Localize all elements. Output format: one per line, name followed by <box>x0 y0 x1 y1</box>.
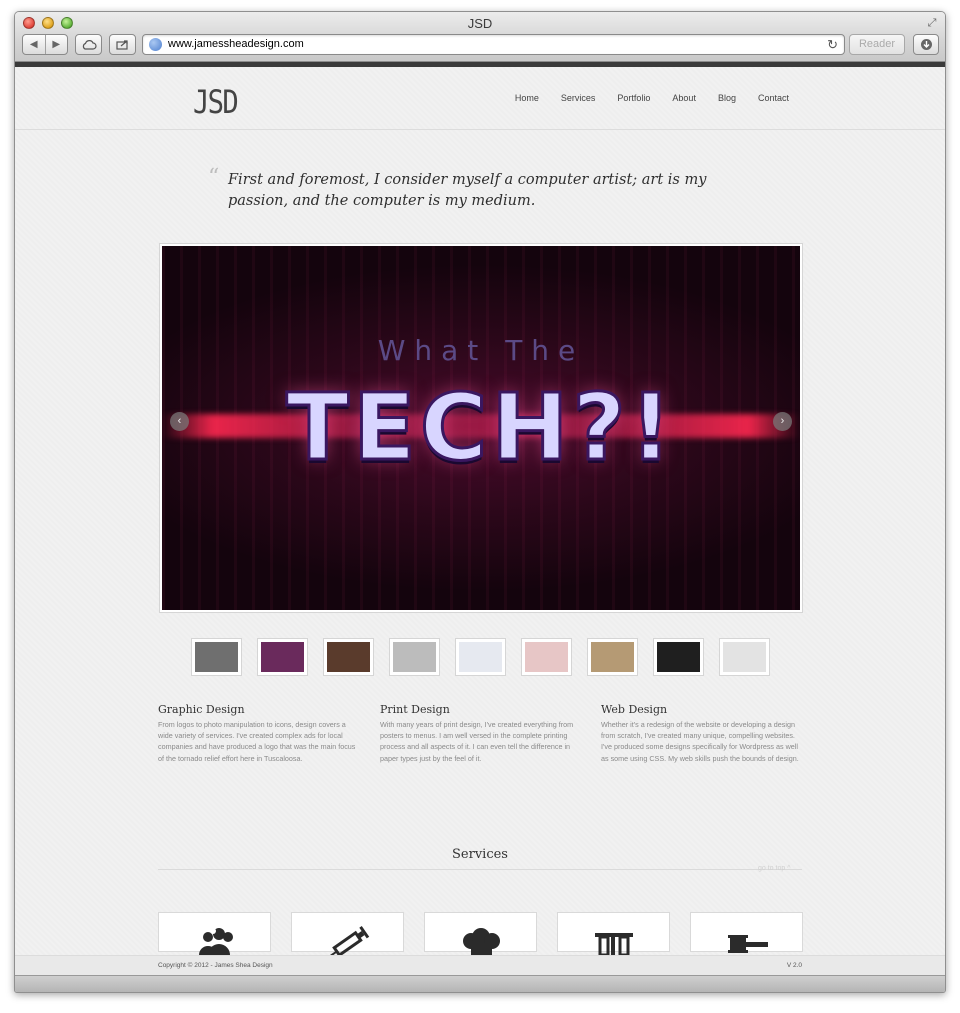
slider-thumbnails <box>191 638 770 676</box>
main-nav: Home Services Portfolio About Blog Conta… <box>493 93 789 103</box>
fullscreen-icon[interactable]: ⤢ <box>925 16 939 30</box>
web-design-column: Web Design Whether it's a redesign of th… <box>601 703 801 764</box>
column-title: Web Design <box>601 703 668 716</box>
nav-blog[interactable]: Blog <box>718 93 736 103</box>
column-title: Graphic Design <box>158 703 245 716</box>
thumbnail-image <box>723 642 766 672</box>
thumb-oit[interactable] <box>389 638 440 676</box>
syringe-icon <box>328 926 370 955</box>
share-icon <box>115 40 128 50</box>
thumb-photo[interactable] <box>587 638 638 676</box>
nav-services[interactable]: Services <box>561 93 596 103</box>
service-box-people[interactable] <box>158 912 271 955</box>
back-icon[interactable]: ◀ <box>23 35 45 54</box>
web-page: JSD Home Services Portfolio About Blog C… <box>15 67 945 955</box>
thumbnail-image <box>393 642 436 672</box>
site-logo[interactable]: JSD <box>193 83 239 121</box>
back-forward-group: ◀ ▶ <box>22 34 68 55</box>
thumbnail-image <box>261 642 304 672</box>
thumbnail-image <box>525 642 568 672</box>
column-title: Print Design <box>380 703 450 716</box>
service-box-syringe[interactable] <box>291 912 404 955</box>
intro-quote: First and foremost, I consider myself a … <box>228 172 707 209</box>
go-to-top-link[interactable]: go to top ^ <box>758 865 790 872</box>
url-text[interactable]: www.jamessheadesign.com <box>168 37 304 52</box>
thumbnail-image <box>591 642 634 672</box>
services-heading: Services <box>452 847 508 862</box>
thumbnail-image <box>459 642 502 672</box>
address-bar[interactable]: www.jamessheadesign.com ↻ <box>142 34 845 55</box>
thumbnail-image <box>657 642 700 672</box>
slider-prev-button[interactable]: ‹ <box>170 412 189 431</box>
download-button[interactable] <box>913 34 939 55</box>
print-design-column: Print Design With many years of print de… <box>380 703 580 764</box>
thumb-band[interactable] <box>323 638 374 676</box>
nav-home[interactable]: Home <box>515 93 539 103</box>
forward-icon[interactable]: ▶ <box>44 35 68 54</box>
window-title: JSD <box>467 16 493 31</box>
cloud-button[interactable] <box>75 34 102 55</box>
thumbnail-image <box>195 642 238 672</box>
column-text: From logos to photo manipulation to icon… <box>158 720 356 763</box>
thumb-product[interactable] <box>455 638 506 676</box>
service-box-tubes[interactable] <box>557 912 670 955</box>
slide-image: What The TECH?! ‹ › <box>162 246 800 610</box>
people-icon <box>199 928 233 955</box>
column-text: With many years of print design, I've cr… <box>380 720 574 763</box>
thumbnail-image <box>327 642 370 672</box>
thumb-tech[interactable] <box>257 638 308 676</box>
test-tubes-icon <box>595 933 633 955</box>
share-button[interactable] <box>109 34 136 55</box>
browser-toolbar: JSD ⤢ ◀ ▶ www.jamessheadesign.com ↻ Read… <box>15 12 945 62</box>
footer-version: V 2.0 <box>786 962 802 969</box>
slide-title: TECH?! <box>285 373 676 483</box>
portfolio-slider: What The TECH?! ‹ › <box>159 243 803 613</box>
services-divider <box>158 869 802 870</box>
column-text: Whether it's a redesign of the website o… <box>601 720 799 763</box>
browser-window: JSD ⤢ ◀ ▶ www.jamessheadesign.com ↻ Read… <box>14 11 946 993</box>
gavel-icon <box>728 935 768 953</box>
slide-subtitle: What The <box>377 334 585 367</box>
graphic-design-column: Graphic Design From logos to photo manip… <box>158 703 358 764</box>
nav-about[interactable]: About <box>672 93 696 103</box>
download-icon <box>920 39 932 50</box>
reader-button[interactable]: Reader <box>849 34 905 55</box>
service-box-gavel[interactable] <box>690 912 803 953</box>
thumb-spirit[interactable] <box>191 638 242 676</box>
globe-icon <box>149 38 162 51</box>
thumb-site[interactable] <box>719 638 770 676</box>
service-box-chef[interactable] <box>424 912 537 955</box>
cloud-icon <box>82 39 97 50</box>
site-footer: Copyright © 2012 - James Shea Design V 2… <box>15 955 945 975</box>
nav-portfolio[interactable]: Portfolio <box>617 93 650 103</box>
reload-icon[interactable]: ↻ <box>827 36 838 53</box>
footer-copyright: Copyright © 2012 - James Shea Design <box>158 962 273 969</box>
slider-next-button[interactable]: › <box>773 412 792 431</box>
chef-hat-icon <box>463 928 500 955</box>
nav-contact[interactable]: Contact <box>758 93 789 103</box>
site-header: JSD Home Services Portfolio About Blog C… <box>15 67 945 130</box>
quote-mark-icon: “ <box>208 165 220 190</box>
thumb-web-red[interactable] <box>521 638 572 676</box>
thumb-faces[interactable] <box>653 638 704 676</box>
window-bottom-bar <box>15 975 945 992</box>
